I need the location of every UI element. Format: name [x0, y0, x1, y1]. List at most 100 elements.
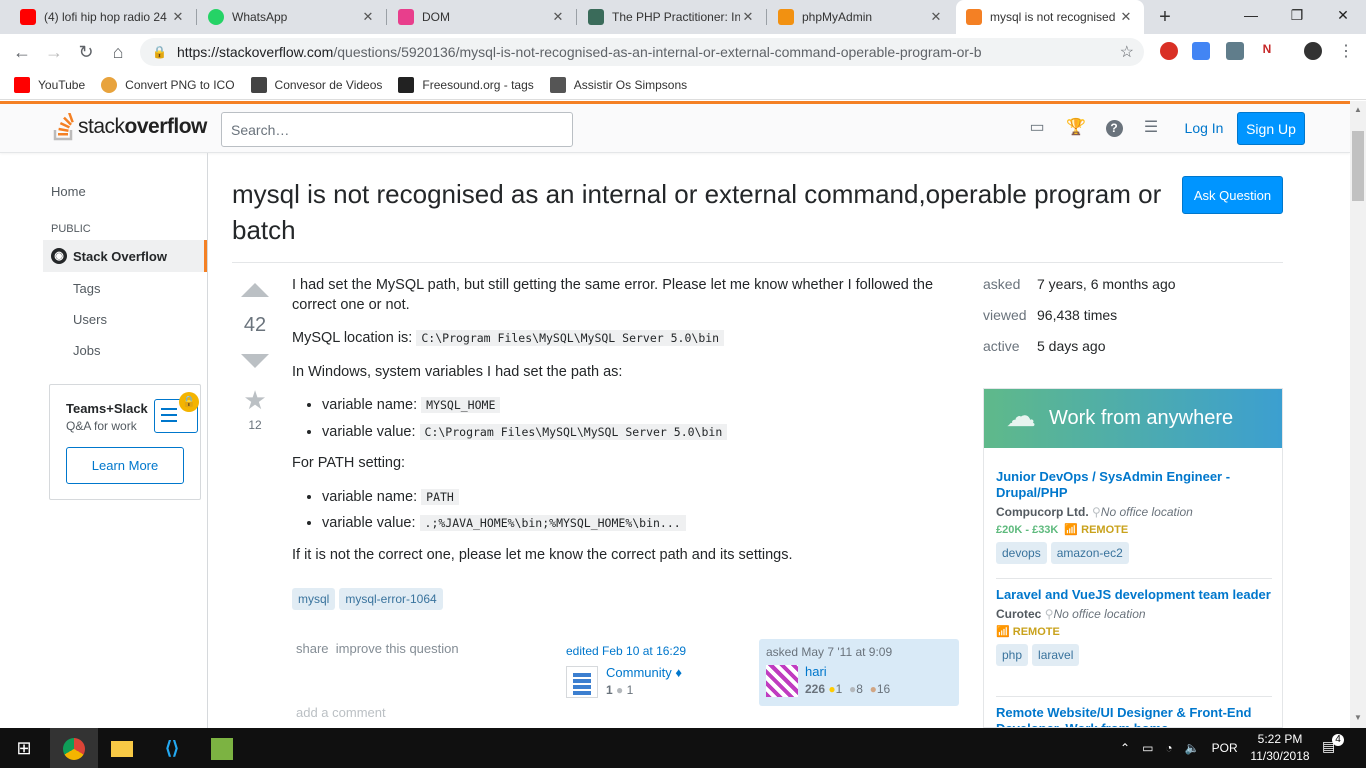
learn-more-button[interactable]: Learn More [66, 447, 184, 484]
scroll-up-icon[interactable]: ▲ [1354, 105, 1362, 114]
favorite-star-icon[interactable]: ★ [232, 385, 278, 416]
job-title[interactable]: Laravel and VueJS development team leade… [996, 587, 1272, 603]
wifi-icon[interactable]: ◔ [1165, 741, 1172, 755]
home-icon[interactable]: ⌂ [106, 40, 130, 64]
nav-users[interactable]: Users [73, 312, 107, 327]
action-center-icon[interactable]: ▤ 4 [1322, 734, 1344, 758]
asker-name[interactable]: hari [805, 664, 827, 679]
volume-icon[interactable]: 🔈 [1185, 741, 1200, 755]
site-switcher-icon[interactable]: ☰ [1141, 118, 1161, 138]
share-link[interactable]: share [296, 641, 329, 656]
scroll-down-icon[interactable]: ▼ [1354, 713, 1362, 722]
scrollbar-thumb[interactable] [1352, 131, 1364, 201]
question-title[interactable]: mysql is not recognised as an internal o… [232, 176, 1172, 248]
editor-name[interactable]: Community ♦ [606, 665, 682, 680]
close-icon[interactable]: ✕ [740, 9, 756, 25]
bookmark-conversor-videos[interactable]: Convesor de Videos [250, 76, 382, 93]
youtube-icon [14, 76, 30, 93]
address-bar[interactable]: 🔒 https://stackoverflow.com/questions/59… [140, 38, 1144, 66]
tray-expand-icon[interactable]: ⌃ [1120, 741, 1130, 755]
ni-extension-icon[interactable]: N [1258, 42, 1276, 60]
clock-date: 11/30/2018 [1250, 749, 1310, 763]
nav-stack-overflow[interactable]: ◉ Stack Overflow [43, 240, 207, 272]
upvote-icon[interactable] [241, 283, 269, 297]
help-icon[interactable]: ? [1104, 118, 1124, 138]
browser-tab-bar: (4) lofi hip hop radio 24 ✕ WhatsApp ✕ D… [0, 0, 1366, 34]
jobs-header-title: Work from anywhere [1049, 407, 1234, 429]
vscode-icon[interactable]: ⟨⟩ [148, 728, 196, 768]
chat-bubble-icon: 🔒 [154, 392, 199, 433]
minimize-button[interactable]: — [1228, 0, 1274, 30]
maximize-button[interactable]: ❐ [1274, 0, 1320, 30]
so-logo[interactable]: stack overflow [52, 113, 207, 141]
improve-link[interactable]: improve this question [336, 641, 459, 656]
job-tag[interactable]: devops [996, 542, 1047, 564]
jobs-header[interactable]: ☁ Work from anywhere [984, 389, 1282, 448]
signup-button[interactable]: Sign Up [1237, 112, 1305, 145]
inbox-icon[interactable]: ▭ [1027, 118, 1047, 138]
list-text: variable value: [322, 423, 416, 440]
job-title[interactable]: Remote Website/UI Designer & Front-End D… [996, 705, 1272, 727]
login-button[interactable]: Log In [1178, 112, 1230, 145]
menu-kebab-icon[interactable]: ⋮ [1334, 40, 1358, 64]
opera-extension-icon[interactable] [1160, 42, 1178, 60]
nav-jobs[interactable]: Jobs [73, 343, 100, 358]
tab-whatsapp[interactable]: WhatsApp ✕ [198, 0, 386, 34]
tag-mysql[interactable]: mysql [292, 588, 336, 610]
silver-badges: 8 [856, 682, 863, 696]
stackoverflow-logo-icon [53, 113, 74, 141]
chrome-taskbar-icon[interactable] [50, 728, 98, 768]
battery-icon[interactable]: ▭ [1142, 741, 1153, 755]
tab-php-practitioner[interactable]: The PHP Practitioner: In ✕ [578, 0, 766, 34]
youtube-icon [20, 9, 36, 25]
translate-extension-icon[interactable] [1192, 42, 1210, 60]
back-icon[interactable]: ← [10, 40, 34, 64]
close-icon[interactable]: ✕ [170, 9, 186, 25]
new-tab-button[interactable]: + [1154, 6, 1176, 28]
star-bookmark-icon[interactable]: ☆ [1120, 42, 1134, 62]
close-icon[interactable]: ✕ [550, 9, 566, 25]
jobs-widget: ☁ Work from anywhere Junior DevOps / Sys… [983, 388, 1283, 728]
close-icon[interactable]: ✕ [928, 9, 944, 25]
ask-question-button[interactable]: Ask Question [1182, 176, 1283, 214]
job-tag[interactable]: laravel [1032, 644, 1080, 666]
bookmark-freesound[interactable]: Freesound.org - tags [398, 76, 534, 93]
downvote-icon[interactable] [241, 354, 269, 368]
windows-start-icon[interactable]: ⊞ [0, 728, 48, 768]
tag-mysql-error-1064[interactable]: mysql-error-1064 [339, 588, 443, 610]
search-input[interactable]: Search… [221, 112, 573, 147]
profile-avatar[interactable] [1304, 42, 1322, 60]
tab-dom[interactable]: DOM ✕ [388, 0, 576, 34]
page-scrollbar[interactable]: ▲ ▼ [1350, 101, 1366, 728]
notepad-plus-icon[interactable] [198, 728, 246, 768]
bookmark-youtube[interactable]: YouTube [14, 76, 85, 93]
job-title[interactable]: Junior DevOps / SysAdmin Engineer - Drup… [996, 469, 1272, 501]
bookmark-convert-png[interactable]: Convert PNG to ICO [101, 76, 235, 93]
nav-home[interactable]: Home [51, 184, 86, 199]
edited-timestamp[interactable]: edited Feb 10 at 16:29 [566, 644, 686, 658]
add-comment-link[interactable]: add a comment [296, 705, 386, 720]
asker-rep: 226 [805, 682, 826, 696]
close-icon[interactable]: ✕ [1118, 9, 1134, 25]
stackoverflow-icon [966, 9, 982, 25]
taskbar-clock[interactable]: 5:22 PM 11/30/2018 [1250, 731, 1310, 765]
community-avatar[interactable] [566, 666, 598, 698]
job-tag[interactable]: php [996, 644, 1029, 666]
meta-value[interactable]: 5 days ago [1037, 338, 1106, 354]
trophy-icon[interactable]: 🏆 [1066, 118, 1086, 138]
job-tag[interactable]: amazon-ec2 [1050, 542, 1129, 564]
bookmark-simpsons[interactable]: Assistir Os Simpsons [549, 76, 687, 93]
eyedropper-extension-icon[interactable] [1226, 42, 1244, 60]
tab-lofi[interactable]: (4) lofi hip hop radio 24 ✕ [10, 0, 196, 34]
tab-stackoverflow[interactable]: mysql is not recognised ✕ [956, 0, 1144, 34]
close-icon[interactable]: ✕ [360, 9, 376, 25]
close-window-button[interactable]: ✕ [1320, 0, 1366, 30]
tab-phpmyadmin[interactable]: phpMyAdmin ✕ [768, 0, 954, 34]
file-explorer-icon[interactable] [98, 728, 146, 768]
input-language[interactable]: POR [1212, 741, 1238, 755]
hari-avatar[interactable] [766, 665, 798, 697]
logo-text-plain: stack [78, 115, 125, 138]
forward-icon[interactable]: → [42, 40, 66, 64]
reload-icon[interactable]: ↻ [74, 40, 98, 64]
nav-tags[interactable]: Tags [73, 281, 100, 296]
